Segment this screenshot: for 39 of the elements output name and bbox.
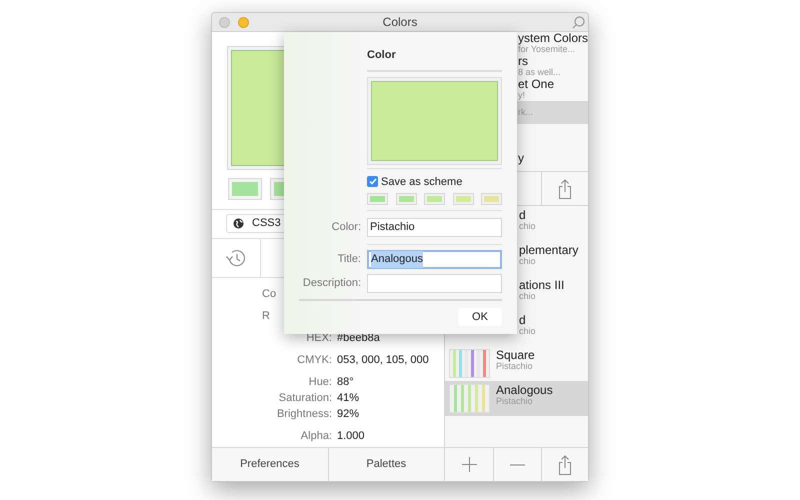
field-label: Description: xyxy=(302,276,361,292)
scheme-title: d xyxy=(519,315,527,326)
info-label: Saturation: xyxy=(278,391,332,406)
window-title: Colors xyxy=(382,14,418,31)
palette-subtitle: rk... xyxy=(518,107,534,118)
info-value: 92% xyxy=(337,407,360,422)
save-scheme-label: Save as scheme xyxy=(381,174,462,190)
scheme-subtitle: Pistachio xyxy=(496,361,533,372)
scheme-title: ations III xyxy=(519,280,564,291)
palette-subtitle: for Yosemite... xyxy=(518,44,576,54)
scheme-subtitle: chio xyxy=(519,221,536,232)
info-value: 053, 000, 105, 000 xyxy=(337,353,429,368)
info-label: R xyxy=(262,309,270,324)
palette-title: rs xyxy=(518,56,529,66)
palette-title: y xyxy=(518,153,525,164)
palette-title: et One xyxy=(518,78,556,90)
info-value: #beeb8a xyxy=(337,331,380,346)
info-label: CMYK: xyxy=(296,353,332,368)
info-label: Brightness: xyxy=(276,407,332,422)
scheme-title: plementary xyxy=(519,245,578,256)
info-label: Alpha: xyxy=(300,429,332,444)
info-value: 88° xyxy=(337,375,354,390)
sheet-heading: Color xyxy=(367,48,397,63)
scheme-title: Analogous xyxy=(496,385,553,396)
scheme-subtitle: chio xyxy=(519,256,536,267)
info-label: Hue: xyxy=(308,375,332,390)
scheme-title: Square xyxy=(496,350,535,361)
palette-title: ystem Colors xyxy=(518,32,588,44)
info-value: 41% xyxy=(337,391,360,406)
scheme-subtitle: chio xyxy=(519,291,537,302)
field-label: Color: xyxy=(330,220,361,236)
palette-subtitle: y! xyxy=(518,90,526,100)
scheme-title: d xyxy=(519,210,527,221)
palette-subtitle: 8 as well... xyxy=(518,66,562,78)
info-value: 1.000 xyxy=(337,429,365,444)
scheme-subtitle: chio xyxy=(519,326,536,337)
scheme-subtitle: Pistachio xyxy=(496,396,533,407)
info-label: Co xyxy=(262,287,276,302)
field-label: Title: xyxy=(336,252,361,268)
